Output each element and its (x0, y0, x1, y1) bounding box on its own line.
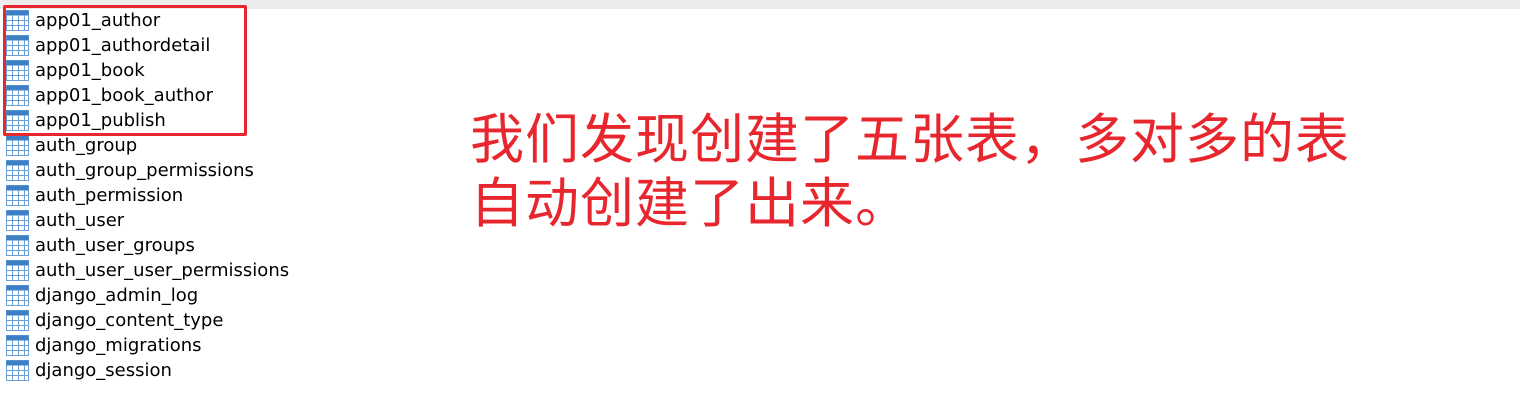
table-name: django_migrations (35, 335, 202, 356)
table-row[interactable]: auth_group_permissions (6, 158, 289, 183)
table-icon (6, 360, 32, 381)
table-name: app01_publish (35, 110, 166, 131)
table-row[interactable]: app01_author (6, 8, 289, 33)
table-row[interactable]: django_session (6, 358, 289, 383)
annotation-text: 我们发现创建了五张表，多对多的表 自动创建了出来。 (470, 108, 1350, 236)
table-name: app01_book (35, 60, 145, 81)
table-icon (6, 135, 32, 156)
table-icon (6, 60, 32, 81)
table-row[interactable]: auth_user_groups (6, 233, 289, 258)
table-icon (6, 85, 32, 106)
table-icon (6, 110, 32, 131)
table-name: auth_user_groups (35, 235, 195, 256)
table-icon (6, 10, 32, 31)
table-name: auth_group_permissions (35, 160, 254, 181)
table-row[interactable]: django_admin_log (6, 283, 289, 308)
table-row[interactable]: auth_user_user_permissions (6, 258, 289, 283)
table-icon (6, 335, 32, 356)
table-row[interactable]: app01_authordetail (6, 33, 289, 58)
table-row[interactable]: auth_user (6, 208, 289, 233)
table-row[interactable]: auth_group (6, 133, 289, 158)
table-icon (6, 35, 32, 56)
annotation-line-2: 自动创建了出来。 (470, 172, 910, 235)
table-row[interactable]: app01_book (6, 58, 289, 83)
table-name: django_admin_log (35, 285, 199, 306)
table-icon (6, 260, 32, 281)
table-icon (6, 310, 32, 331)
table-name: auth_user (35, 210, 125, 231)
table-name: app01_authordetail (35, 35, 211, 56)
table-name: auth_permission (35, 185, 184, 206)
table-icon (6, 160, 32, 181)
table-row[interactable]: auth_permission (6, 183, 289, 208)
table-icon (6, 210, 32, 231)
table-icon (6, 285, 32, 306)
annotation-line-1: 我们发现创建了五张表，多对多的表 (470, 108, 1350, 171)
table-name: django_content_type (35, 310, 224, 331)
table-row[interactable]: django_migrations (6, 333, 289, 358)
table-list: app01_author app01_authordetail app01_book… (6, 8, 289, 383)
table-name: app01_author (35, 10, 161, 31)
table-icon (6, 235, 32, 256)
table-name: auth_group (35, 135, 138, 156)
table-icon (6, 185, 32, 206)
table-row[interactable]: django_content_type (6, 308, 289, 333)
table-row[interactable]: app01_publish (6, 108, 289, 133)
table-name: django_session (35, 360, 172, 381)
table-row[interactable]: app01_book_author (6, 83, 289, 108)
table-name: auth_user_user_permissions (35, 260, 290, 281)
table-name: app01_book_author (35, 85, 213, 106)
